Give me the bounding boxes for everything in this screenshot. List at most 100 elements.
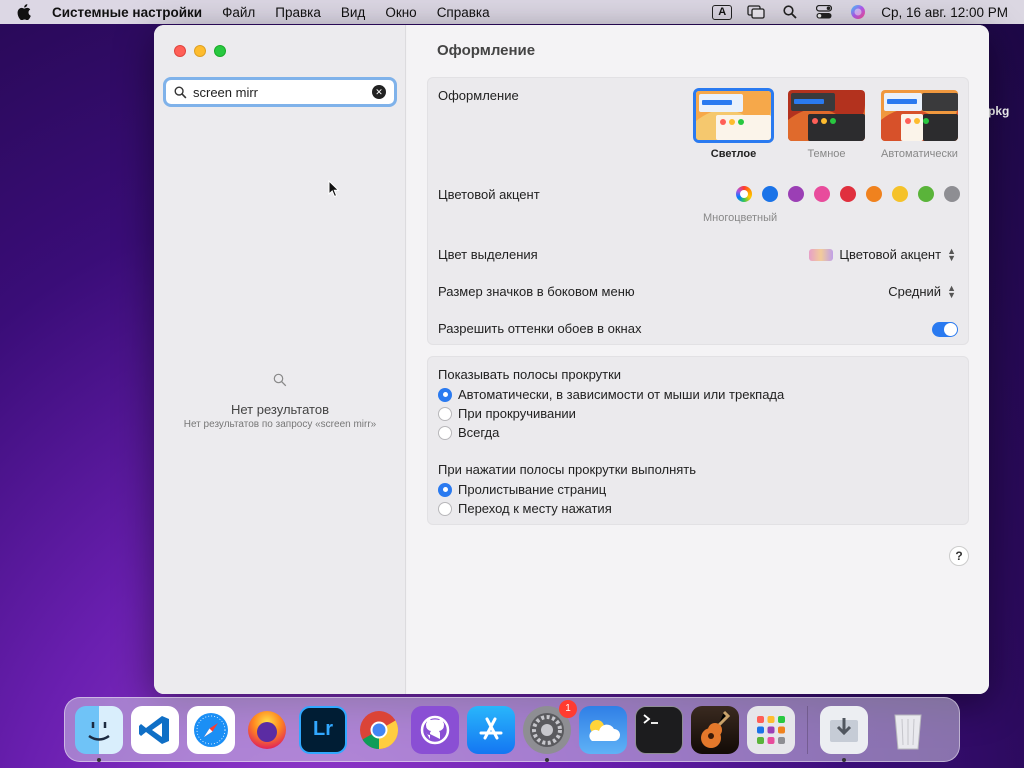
accent-purple-swatch[interactable] <box>788 186 804 202</box>
popup-chevron-icon: ▲ ▼ <box>947 282 956 300</box>
menu-window[interactable]: Окно <box>375 5 426 20</box>
light-theme-thumbnail[interactable] <box>693 88 774 143</box>
lightroom-icon-label: Lr <box>313 718 333 740</box>
accent-graphite-swatch[interactable] <box>944 186 960 202</box>
appearance-dark-option[interactable]: Темное <box>786 88 867 160</box>
menu-bar: Системные настройки Файл Правка Вид Окно… <box>0 0 1024 24</box>
siri-icon[interactable] <box>841 4 875 20</box>
auto-theme-thumbnail[interactable] <box>879 88 960 143</box>
page-title: Оформление <box>437 42 536 59</box>
sidebar-icon-size-value: Средний <box>888 284 942 299</box>
weather-icon[interactable] <box>579 705 627 754</box>
system-settings-icon[interactable]: 1 <box>523 699 577 762</box>
mouse-cursor-icon <box>328 179 340 203</box>
dock: Lr 1 <box>64 697 960 762</box>
no-results-title: Нет результатов <box>231 402 329 417</box>
radio-button[interactable] <box>438 387 452 402</box>
help-button[interactable]: ? <box>949 546 969 566</box>
highlight-color-popup[interactable]: Цветовой акцент ▲ ▼ <box>809 246 956 262</box>
zoom-window-button[interactable] <box>214 45 226 57</box>
app-store-icon[interactable] <box>467 705 515 754</box>
minimize-window-button[interactable] <box>194 45 206 57</box>
appearance-auto-option[interactable]: Автоматически <box>879 88 960 160</box>
menu-file[interactable]: Файл <box>212 5 265 20</box>
appearance-dark-label: Темное <box>807 148 846 160</box>
scrollbars-scrolling-label: При прокручивании <box>458 406 576 421</box>
radio-button[interactable] <box>438 406 452 421</box>
scroll-click-page-label: Пролистывание страниц <box>458 482 607 497</box>
radio-button[interactable] <box>438 425 452 440</box>
menubar-clock[interactable]: Ср, 16 авг. 12:00 PM <box>875 5 1008 20</box>
screen-mirroring-icon[interactable] <box>739 5 773 19</box>
menu-view[interactable]: Вид <box>331 5 375 20</box>
appearance-options: Светлое Темное Автоматически <box>693 88 960 160</box>
highlight-swatch <box>809 248 834 261</box>
accent-color-picker <box>736 186 960 202</box>
running-indicator <box>97 757 101 762</box>
settings-content: Оформление Оформление Светлое Темное Авт… <box>407 25 989 694</box>
control-center-icon[interactable] <box>807 5 841 19</box>
scroll-click-page-option[interactable]: Пролистывание страниц <box>438 482 606 497</box>
firefox-icon[interactable] <box>243 706 291 754</box>
scrollbars-auto-option[interactable]: Автоматически, в зависимости от мыши или… <box>438 387 784 402</box>
input-source-icon[interactable]: A <box>705 4 739 20</box>
system-settings-window: screen mirr ✕ Нет результатов Нет резуль… <box>154 25 989 694</box>
no-results-subtitle: Нет результатов по запросу «screen mirr» <box>183 419 377 430</box>
accent-color-label: Цветовой акцент <box>438 187 540 202</box>
radio-button[interactable] <box>438 501 452 516</box>
search-icon <box>174 86 187 98</box>
vscode-icon[interactable] <box>131 705 179 754</box>
appearance-light-option[interactable]: Светлое <box>693 88 774 160</box>
scroll-click-label: При нажатии полосы прокрутки выполнять <box>438 462 697 477</box>
accent-yellow-swatch[interactable] <box>892 186 908 202</box>
highlight-color-value: Цветовой акцент <box>839 247 942 262</box>
radio-button[interactable] <box>438 482 452 497</box>
scrollbars-always-option[interactable]: Всегда <box>438 425 499 440</box>
clear-search-icon[interactable]: ✕ <box>372 85 386 99</box>
input-source-label: A <box>712 4 733 20</box>
accent-pink-swatch[interactable] <box>814 186 830 202</box>
downloads-folder-icon[interactable] <box>820 705 868 762</box>
safari-icon[interactable] <box>187 705 235 754</box>
launchpad-icon[interactable] <box>747 705 795 754</box>
finder-icon[interactable] <box>75 705 123 762</box>
desktop-file-label[interactable]: pkg <box>988 104 1009 118</box>
trash-icon[interactable] <box>884 706 932 754</box>
scrollbars-auto-label: Автоматически, в зависимости от мыши или… <box>458 387 785 402</box>
garageband-icon[interactable] <box>691 705 739 754</box>
notification-badge: 1 <box>559 699 577 718</box>
scroll-click-spot-label: Переход к месту нажатия <box>458 501 612 516</box>
terminal-icon[interactable] <box>635 705 683 754</box>
accent-blue-swatch[interactable] <box>762 186 778 202</box>
sidebar: screen mirr ✕ Нет результатов Нет резуль… <box>154 25 406 694</box>
accent-green-swatch[interactable] <box>918 186 934 202</box>
window-controls <box>174 45 226 57</box>
accent-selected-caption: Многоцветный <box>703 212 778 224</box>
chrome-icon[interactable] <box>355 706 403 754</box>
scrollbars-always-label: Всегда <box>458 425 500 440</box>
app-menu[interactable]: Системные настройки <box>48 5 212 20</box>
wallpaper-tint-toggle[interactable] <box>932 322 958 337</box>
accent-red-swatch[interactable] <box>840 186 856 202</box>
accent-orange-swatch[interactable] <box>866 186 882 202</box>
scrollbars-scrolling-option[interactable]: При прокручивании <box>438 406 576 421</box>
accent-multicolor-swatch[interactable] <box>736 186 752 202</box>
appearance-group: Оформление Светлое Темное Автоматически … <box>427 77 969 345</box>
no-results-panel: Нет результатов Нет результатов по запро… <box>154 373 406 430</box>
spotlight-search-icon[interactable] <box>773 5 807 19</box>
sidebar-icon-size-popup[interactable]: Средний ▲ ▼ <box>888 282 956 300</box>
scrollbars-label: Показывать полосы прокрутки <box>438 367 622 382</box>
dark-theme-thumbnail[interactable] <box>786 88 867 143</box>
close-window-button[interactable] <box>174 45 186 57</box>
search-input[interactable]: screen mirr <box>193 85 372 100</box>
lightroom-icon[interactable]: Lr <box>299 705 347 754</box>
apple-menu-icon[interactable] <box>0 4 48 20</box>
highlight-color-label: Цвет выделения <box>438 247 538 262</box>
scroll-click-spot-option[interactable]: Переход к месту нажатия <box>438 501 612 516</box>
appearance-label: Оформление <box>438 88 519 103</box>
search-field[interactable]: screen mirr ✕ <box>163 77 397 107</box>
github-desktop-icon[interactable] <box>411 705 459 754</box>
menu-edit[interactable]: Правка <box>265 5 331 20</box>
wallpaper-tint-label: Разрешить оттенки обоев в окнах <box>438 321 642 336</box>
menu-help[interactable]: Справка <box>427 5 500 20</box>
